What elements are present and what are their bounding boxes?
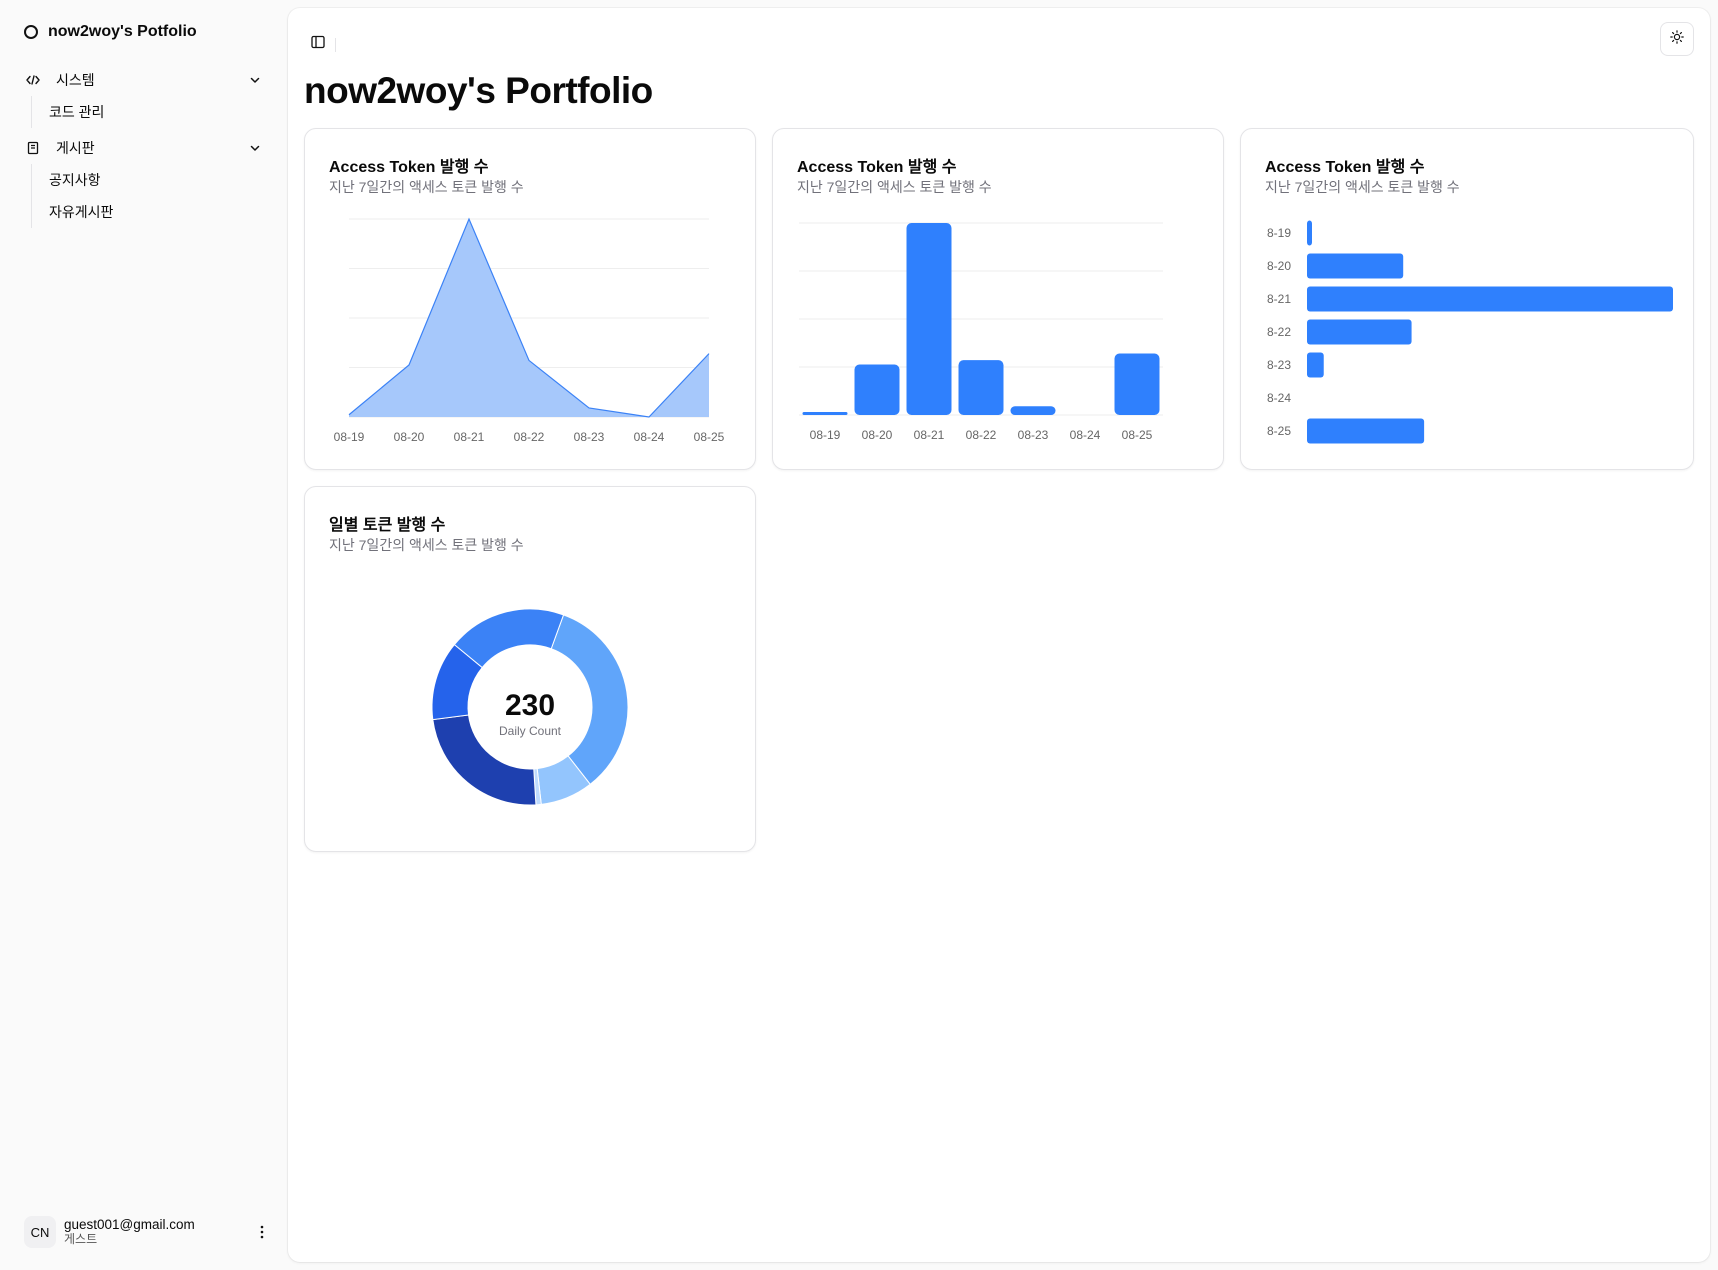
bar xyxy=(1307,418,1425,444)
donut-slice xyxy=(550,614,629,786)
x-tick-label: 08-20 xyxy=(394,430,425,444)
bar xyxy=(906,223,952,415)
subnav-system: 코드 관리 xyxy=(31,96,272,128)
bar xyxy=(1307,220,1312,246)
y-tick-label: 8-20 xyxy=(1267,259,1291,273)
y-tick-label: 8-22 xyxy=(1267,325,1291,339)
y-tick-label: 8-25 xyxy=(1267,424,1291,438)
y-tick-label: 8-19 xyxy=(1267,226,1291,240)
sidebar-toggle-icon xyxy=(311,35,325,54)
user-email: guest001@gmail.com xyxy=(64,1217,195,1232)
avatar: CN xyxy=(24,1216,56,1248)
nav-group-system: 시스템 코드 관리 xyxy=(16,64,272,128)
nav-notice[interactable]: 공지사항 xyxy=(49,164,272,196)
x-tick-label: 08-24 xyxy=(1070,428,1101,442)
y-tick-label: 8-21 xyxy=(1267,292,1291,306)
y-tick-label: 8-24 xyxy=(1267,391,1291,405)
y-tick-label: 8-23 xyxy=(1267,358,1291,372)
card-bar-chart: Access Token 발행 수 지난 7일간의 액세스 토큰 발행 수 08… xyxy=(772,128,1224,470)
bar xyxy=(1010,406,1056,415)
more-vertical-icon[interactable] xyxy=(252,1222,272,1242)
theme-toggle-button[interactable] xyxy=(1660,22,1694,56)
x-tick-label: 08-19 xyxy=(810,428,841,442)
brand[interactable]: now2woy's Potfolio xyxy=(24,20,197,44)
sidebar: now2woy's Potfolio 시스템 코드 관리 게시판 공지사항 자유… xyxy=(0,0,287,1270)
bar xyxy=(1307,253,1404,279)
nav-code-manage[interactable]: 코드 관리 xyxy=(49,96,272,128)
donut-center-label: Daily Count xyxy=(499,724,562,738)
brand-title: now2woy's Potfolio xyxy=(48,23,197,40)
x-tick-label: 08-19 xyxy=(334,430,365,444)
x-tick-label: 08-22 xyxy=(966,428,997,442)
donut-center-value: 230 xyxy=(505,689,555,722)
page-title: now2woy's Portfolio xyxy=(304,70,653,111)
header-divider xyxy=(335,38,336,52)
sidebar-toggle-button[interactable] xyxy=(304,30,332,58)
nav-free-board-label: 자유게시판 xyxy=(49,204,114,220)
chevron-down-icon xyxy=(248,141,262,155)
nav-board[interactable]: 게시판 xyxy=(16,132,272,164)
user-role: 게스트 xyxy=(64,1232,98,1246)
bar xyxy=(1307,286,1673,312)
nav-code-manage-label: 코드 관리 xyxy=(49,104,105,120)
sun-icon xyxy=(1670,29,1684,49)
card-donut-chart: 일별 토큰 발행 수 지난 7일간의 액세스 토큰 발행 수 230 Daily … xyxy=(304,486,756,852)
bar xyxy=(1307,319,1412,345)
donut-chart: 230 Daily Count xyxy=(431,608,629,806)
nav-system-label: 시스템 xyxy=(56,72,95,88)
bar xyxy=(854,364,900,415)
bar-chart: 08-19 08-20 08-21 08-22 08-23 08-24 08-25 xyxy=(799,222,1163,442)
x-tick-label: 08-21 xyxy=(914,428,945,442)
x-tick-label: 08-22 xyxy=(514,430,545,444)
main-panel: now2woy's Portfolio Access Token 발행 수 지난… xyxy=(288,8,1710,1262)
card-hbar-chart: Access Token 발행 수 지난 7일간의 액세스 토큰 발행 수 8-… xyxy=(1240,128,1694,470)
x-tick-label: 08-20 xyxy=(862,428,893,442)
user-menu[interactable]: CN guest001@gmail.com 게스트 xyxy=(16,1210,272,1254)
x-tick-label: 08-23 xyxy=(1018,428,1049,442)
bar xyxy=(958,360,1004,415)
brand-circle-icon xyxy=(24,25,38,39)
area-chart: 08-19 08-20 08-21 08-22 08-23 08-24 08-25 xyxy=(334,217,725,444)
x-tick-label: 08-24 xyxy=(634,430,665,444)
code-icon xyxy=(26,73,40,87)
nav-free-board[interactable]: 자유게시판 xyxy=(49,196,272,228)
chevron-down-icon xyxy=(248,73,262,87)
horizontal-bar-chart: 8-19 8-20 8-21 8-22 8-23 8-24 8-25 xyxy=(1267,220,1673,444)
x-tick-label: 08-25 xyxy=(694,430,725,444)
nav-board-label: 게시판 xyxy=(56,140,95,156)
book-icon xyxy=(26,141,40,155)
nav-group-board: 게시판 공지사항 자유게시판 xyxy=(16,132,272,228)
donut-slice xyxy=(453,608,565,669)
user-info: guest001@gmail.com 게스트 xyxy=(64,1217,252,1247)
bar xyxy=(1307,352,1324,378)
nav-notice-label: 공지사항 xyxy=(49,172,101,188)
bar xyxy=(1114,353,1160,415)
x-tick-label: 08-25 xyxy=(1122,428,1153,442)
subnav-board: 공지사항 자유게시판 xyxy=(31,164,272,228)
nav-system[interactable]: 시스템 xyxy=(16,64,272,96)
x-tick-label: 08-21 xyxy=(454,430,485,444)
bar xyxy=(802,412,848,415)
x-tick-label: 08-23 xyxy=(574,430,605,444)
card-area-chart: Access Token 발행 수 지난 7일간의 액세스 토큰 발행 수 08… xyxy=(304,128,756,470)
